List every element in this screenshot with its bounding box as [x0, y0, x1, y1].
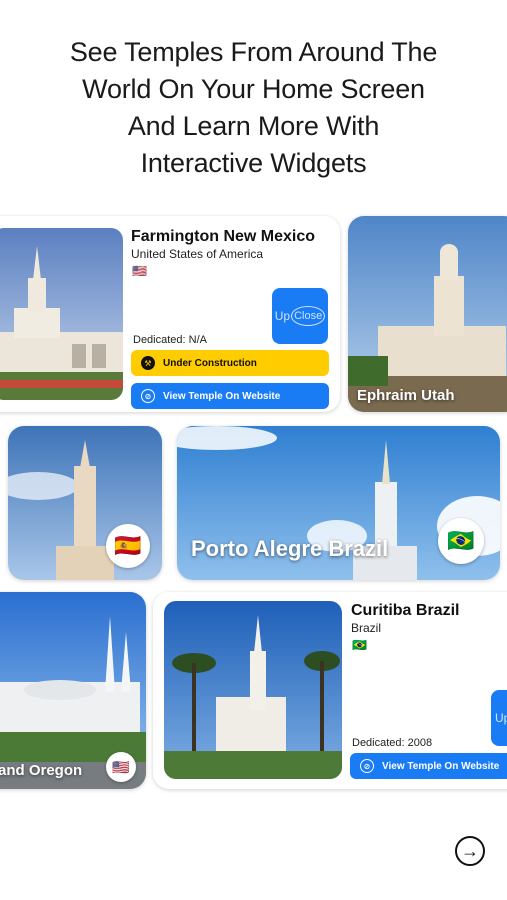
next-page-button[interactable]: →	[455, 836, 485, 866]
us-flag-badge-icon: 🇺🇸	[106, 752, 136, 782]
view-website-button[interactable]: ⊘ View Temple On Website	[350, 753, 507, 779]
upclose-button[interactable]: Up Close	[272, 288, 328, 344]
headline-line-3: And Learn More With	[127, 111, 380, 141]
temple-title: Farmington New Mexico	[131, 228, 316, 245]
brazil-flag: 🇧🇷	[447, 528, 475, 553]
spain-flag: 🇪🇸	[114, 533, 142, 558]
headline-line-2: World On Your Home Screen	[82, 74, 425, 104]
spain-flag-icon: 🇪🇸	[106, 524, 150, 568]
status-label: Under Construction	[163, 357, 257, 369]
under-construction-button[interactable]: ⚒ Under Construction	[131, 350, 329, 376]
hammer-icon: ⚒	[141, 356, 155, 370]
widget-porto-alegre[interactable]: Porto Alegre Brazil 🇧🇷	[177, 426, 500, 580]
temple-name-ephraim: Ephraim Utah	[357, 387, 455, 404]
headline-line-1: See Temples From Around The	[69, 37, 438, 67]
temple-photo-ephraim	[348, 216, 507, 412]
globe-icon: ⊘	[141, 389, 155, 403]
upclose-up-label: Up	[274, 309, 291, 323]
temple-country: United States of America	[131, 247, 264, 261]
brazil-flag-icon: 🇧🇷	[438, 518, 484, 564]
website-label: View Temple On Website	[382, 760, 500, 772]
temple-photo-curitiba	[164, 601, 342, 779]
widget-oregon[interactable]: and Oregon 🇺🇸	[0, 592, 146, 789]
temple-title: Curitiba Brazil	[351, 602, 460, 619]
us-flag-icon: 🇺🇸	[132, 264, 147, 278]
upclose-button[interactable]: Up	[491, 690, 507, 746]
temple-photo-farmington	[0, 228, 123, 400]
temple-country: Brazil	[351, 621, 382, 635]
widget-showcase: See Temples From Around The World On You…	[0, 0, 507, 900]
widget-curitiba[interactable]: Curitiba Brazil Brazil 🇧🇷 Up Dedicated: …	[153, 592, 507, 789]
dedicated-date: Dedicated: N/A	[133, 334, 207, 346]
website-label: View Temple On Website	[163, 390, 281, 402]
temple-name-porto-alegre: Porto Alegre Brazil	[191, 536, 389, 561]
brazil-flag-small-icon: 🇧🇷	[352, 638, 367, 652]
dedicated-date: Dedicated: 2008	[352, 737, 433, 749]
upclose-close-label: Close	[291, 306, 326, 326]
arrow-right-circle-icon: →	[461, 841, 479, 861]
view-website-button[interactable]: ⊘ View Temple On Website	[131, 383, 329, 409]
widget-farmington[interactable]: Farmington New Mexico United States of A…	[0, 216, 340, 412]
globe-icon: ⊘	[360, 759, 374, 773]
temple-name-oregon: and Oregon	[0, 762, 83, 779]
oregon-flag: 🇺🇸	[112, 758, 130, 775]
upclose-up-label: Up	[495, 711, 507, 725]
widget-ephraim[interactable]: Ephraim Utah	[348, 216, 507, 412]
headline-line-4: Interactive Widgets	[140, 148, 367, 178]
widget-spain[interactable]: 🇪🇸	[8, 426, 162, 580]
page-headline: See Temples From Around The World On You…	[0, 34, 507, 182]
